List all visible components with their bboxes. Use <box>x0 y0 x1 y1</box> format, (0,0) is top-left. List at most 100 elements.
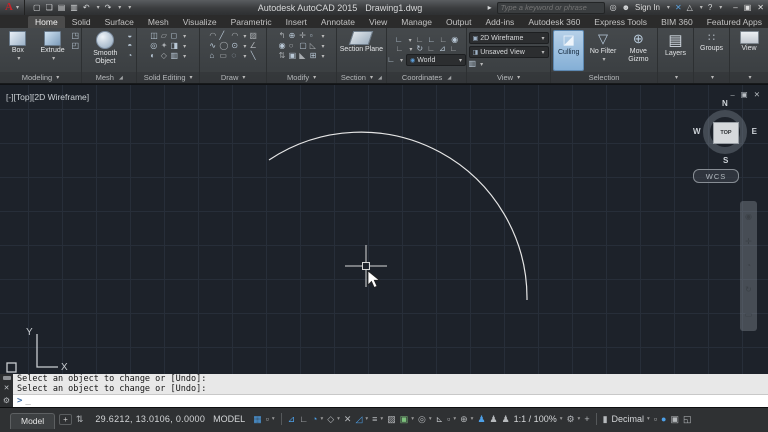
annotation-monitor-person-icon[interactable]: ♟ <box>502 414 510 424</box>
ucs-rotate-icon[interactable]: ↻ <box>416 45 423 53</box>
mirror-icon[interactable]: ▫ <box>310 32 317 40</box>
tab-view[interactable]: View <box>362 16 394 28</box>
showmotion-icon[interactable]: ▭ <box>745 310 753 319</box>
view-tools-button[interactable]: View <box>732 30 766 53</box>
command-drag-handle[interactable] <box>2 376 11 380</box>
selection-cycling-toggle[interactable]: ▣ <box>400 414 409 424</box>
lineweight-toggle[interactable]: ≡ <box>372 414 377 424</box>
panel-title-draw[interactable]: Draw ▾ <box>199 72 267 83</box>
tab-autodesk360[interactable]: Autodesk 360 <box>521 16 587 28</box>
3d-object-snap-toggle[interactable]: ◎ <box>418 414 426 424</box>
doc-close-button[interactable]: ✕ <box>754 90 760 99</box>
navigation-bar[interactable]: ◉ ✛ ◔ ↻ ▭ <box>740 201 757 331</box>
ucs-previous-icon[interactable]: ∟ <box>428 36 436 44</box>
trim-icon[interactable]: ▢ <box>299 42 307 50</box>
tab-mesh[interactable]: Mesh <box>141 16 176 28</box>
isolate-objects-icon[interactable]: ▮ <box>603 414 608 424</box>
object-snap-toggle[interactable]: ◿ <box>355 414 362 424</box>
gizmo-dropdown-icon[interactable]: ▾ <box>471 416 474 422</box>
annotation-scale-button[interactable]: 1:1 / 100% <box>514 414 557 424</box>
help-dropdown-icon[interactable]: ▾ <box>719 4 722 11</box>
layers-button[interactable]: ▤ Layers <box>660 30 691 58</box>
viewport-config-icon[interactable]: ▥ <box>469 60 477 68</box>
quick-properties-toggle[interactable]: ▫ <box>654 414 657 424</box>
exchange-dropdown-icon[interactable]: ▾ <box>700 4 703 11</box>
ucs-combo[interactable]: ◉ World ▾ <box>405 54 466 66</box>
tab-express-tools[interactable]: Express Tools <box>587 16 654 28</box>
command-input[interactable]: > _ <box>13 394 768 407</box>
offset-icon[interactable]: ○ <box>289 42 297 50</box>
tab-annotate[interactable]: Annotate <box>314 16 362 28</box>
move-icon[interactable]: ↰ <box>279 32 286 40</box>
dropdown-icon[interactable]: ▾ <box>409 46 412 53</box>
panel-title-layers[interactable]: ▾ <box>658 72 694 83</box>
workspace-switching-icon[interactable]: ⚙ <box>566 414 574 424</box>
panel-title-selection[interactable]: Selection <box>551 72 658 83</box>
layout-list-icon[interactable]: ⇅ <box>76 414 84 424</box>
doc-minimize-button[interactable]: – <box>730 90 734 99</box>
boundary-icon[interactable]: ╲ <box>251 52 256 60</box>
dialog-launcher-icon[interactable]: ◢ <box>378 75 382 81</box>
ucs-world-icon[interactable]: ◉ <box>451 36 458 44</box>
pan-icon[interactable]: ✛ <box>745 237 752 246</box>
dropdown-icon[interactable]: ▾ <box>183 53 186 60</box>
solid-separate-icon[interactable]: ◇ <box>161 52 168 60</box>
no-filter-button[interactable]: ▽ No Filter ▾ <box>587 30 618 63</box>
viewcube-top-face[interactable]: TOP <box>713 122 739 144</box>
tab-surface[interactable]: Surface <box>98 16 141 28</box>
dropdown-icon[interactable]: ▾ <box>321 53 324 60</box>
solid-fillet-icon[interactable]: ◻ <box>171 32 179 40</box>
dropdown-icon[interactable]: ▾ <box>480 61 483 68</box>
selection-filtering-toggle[interactable]: ▫ <box>447 414 450 424</box>
full-navigation-wheel-icon[interactable]: ◉ <box>745 213 752 221</box>
chamfer-icon[interactable]: ◣ <box>299 52 307 60</box>
line-icon[interactable]: ╱ <box>219 32 228 40</box>
fillet-icon[interactable]: ◺ <box>310 42 317 50</box>
snap-dropdown-icon[interactable]: ▾ <box>272 416 275 422</box>
restore-button[interactable]: ▣ <box>744 3 752 12</box>
tab-bim360[interactable]: BIM 360 <box>654 16 700 28</box>
solid-union-icon[interactable]: ◫ <box>150 32 158 40</box>
culling-button[interactable]: ◪ Culling <box>553 30 585 71</box>
ellipse-icon[interactable]: ⊙ <box>231 42 238 50</box>
clean-screen-toggle[interactable]: ◱ <box>683 414 692 424</box>
dropdown-icon[interactable]: ▾ <box>243 43 246 50</box>
dropdown-icon[interactable]: ▾ <box>183 33 186 40</box>
arc-icon[interactable]: ◠ <box>209 32 216 40</box>
tab-parametric[interactable]: Parametric <box>224 16 279 28</box>
new-drawing-icon[interactable]: ▢ <box>33 3 41 12</box>
ucs-3point-icon[interactable]: ∟ <box>450 45 458 53</box>
annoscale-dropdown-icon[interactable]: ▾ <box>560 416 563 422</box>
arc-entity[interactable] <box>268 131 528 301</box>
zoom-extents-icon[interactable]: ◔ <box>746 261 751 270</box>
units-dropdown-icon[interactable]: ▾ <box>647 416 650 422</box>
gizmo-toggle[interactable]: ⊕ <box>460 414 468 424</box>
qat-customize-icon[interactable]: ▾ <box>128 4 131 11</box>
doc-restore-button[interactable]: ▣ <box>741 90 748 99</box>
named-view-combo[interactable]: ◨ Unsaved View ▾ <box>468 46 549 58</box>
ucs-named-icon[interactable]: ∟ <box>396 45 404 53</box>
groups-button[interactable]: ∷ Groups <box>696 30 727 53</box>
panel-title-section[interactable]: Section ▾ ◢ <box>336 72 387 83</box>
application-menu-button[interactable]: A ▾ <box>0 0 25 15</box>
viewcube[interactable]: N W E S TOP <box>693 99 757 165</box>
smooth-object-button[interactable]: Smooth Object <box>86 30 124 65</box>
ucs-icon[interactable]: ∟ <box>395 36 403 44</box>
cycling-dropdown-icon[interactable]: ▾ <box>411 416 414 422</box>
hatch-icon[interactable]: ▨ <box>249 32 257 40</box>
panel-title-view-tools[interactable]: ▾ <box>730 72 768 83</box>
wcs-selector[interactable]: WCS <box>693 169 739 183</box>
panel-title-solid-editing[interactable]: Solid Editing ▾ <box>137 72 199 83</box>
filter-dropdown-icon[interactable]: ▾ <box>453 416 456 422</box>
plot-icon[interactable]: ▥ <box>70 3 78 12</box>
ucs-face-icon[interactable]: ∟ <box>439 36 447 44</box>
save-icon[interactable]: ▤ <box>58 3 66 12</box>
panel-title-coordinates[interactable]: Coordinates ◢ <box>387 72 467 83</box>
annotation-monitor-toggle[interactable]: + <box>584 414 589 424</box>
orbit-icon[interactable]: ↻ <box>745 286 752 294</box>
tab-addins[interactable]: Add-ins <box>478 16 521 28</box>
dynamic-input-toggle[interactable]: ∟ <box>299 414 308 424</box>
arc-3point-icon[interactable]: ◠ <box>231 32 238 40</box>
exchange-apps-icon[interactable]: △ <box>687 3 693 12</box>
move-gizmo-button[interactable]: ⊕ Move Gizmo <box>622 30 655 63</box>
